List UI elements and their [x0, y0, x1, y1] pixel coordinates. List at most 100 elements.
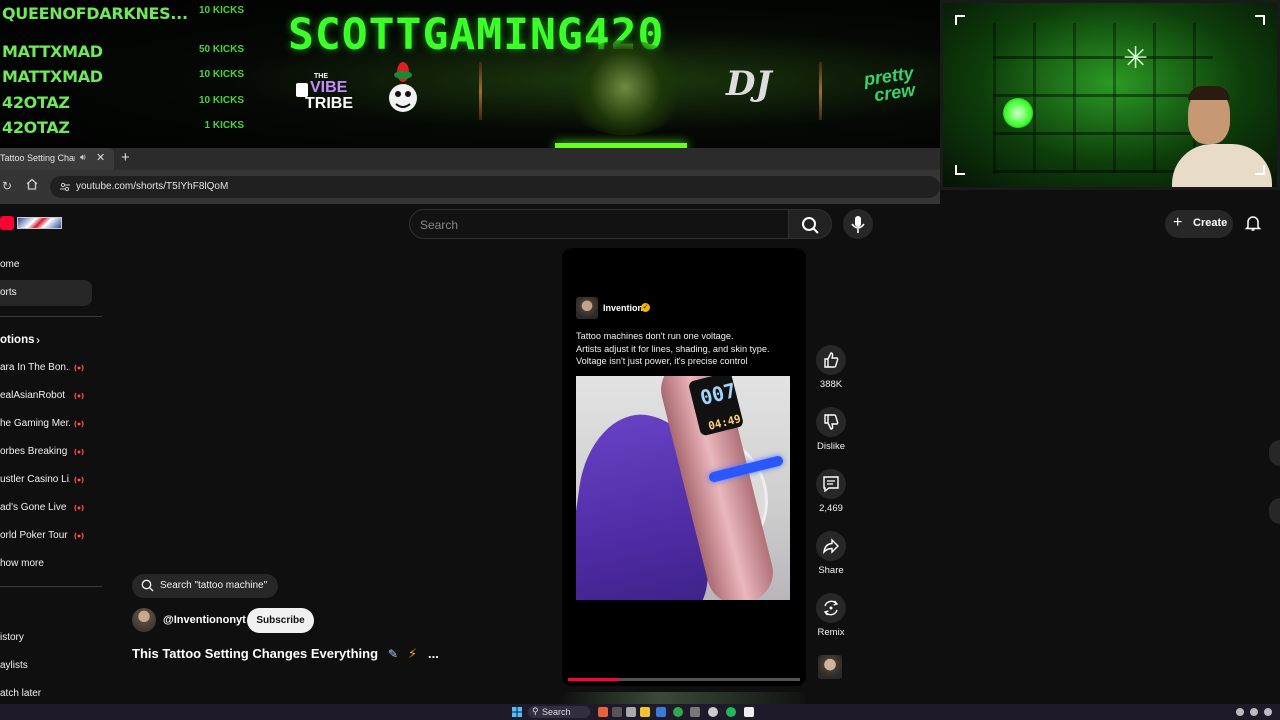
thumbs-up-icon [824, 352, 839, 368]
sidebar-item-history[interactable]: istory [0, 627, 92, 649]
like-button-circle[interactable] [816, 345, 846, 375]
person-hair [1188, 86, 1230, 100]
subscription-channel[interactable]: orbes Breaking ... [0, 441, 92, 463]
vibe-tribe-line3: TRIBE [305, 95, 353, 112]
voice-search-button[interactable] [843, 209, 873, 239]
taskbar-app-icon[interactable] [598, 707, 608, 717]
taskbar-app-icon[interactable] [744, 707, 754, 717]
channel-handle[interactable]: @Inventiononyt [163, 614, 246, 626]
subscription-channel[interactable]: ustler Casino Li... [0, 469, 92, 491]
home-icon[interactable] [26, 178, 38, 190]
search-box [409, 209, 789, 239]
syringe-icon: ✎ [388, 647, 399, 661]
folder-icon[interactable] [640, 707, 650, 717]
remix-button-circle[interactable] [816, 593, 846, 623]
taskbar-app-icon[interactable] [612, 707, 622, 717]
create-button[interactable]: + Create [1165, 210, 1233, 238]
related-search-chip[interactable]: Search "tattoo machine" [132, 574, 278, 598]
channel-avatar[interactable] [132, 608, 156, 632]
video-title[interactable]: This Tattoo Setting Changes Everything [132, 646, 378, 661]
spotify-icon[interactable] [726, 707, 736, 717]
subscribe-button[interactable]: Subscribe [247, 608, 314, 633]
notifications-bell-icon[interactable] [1244, 214, 1262, 232]
taskbar-app-icon[interactable] [656, 707, 666, 717]
dj-logo: DJ [726, 64, 772, 104]
screen: QUEENOFDARKNES... 10 KICKS MATTXMAD 50 K… [0, 0, 1280, 720]
mic-icon [851, 216, 865, 233]
reload-icon[interactable]: ↻ [2, 179, 12, 193]
close-tab-icon[interactable]: ✕ [96, 151, 105, 164]
new-tab-button[interactable]: + [121, 149, 130, 166]
sidebar-item-playlists[interactable]: aylists [0, 655, 92, 677]
share-button-circle[interactable] [816, 531, 846, 561]
short-channel-avatar [576, 297, 598, 319]
frame-corner-icon [955, 165, 965, 175]
sound-avatar[interactable] [818, 655, 842, 679]
site-info-icon[interactable] [59, 181, 71, 193]
kick-row: 42OTAZ 1 KICKS [2, 118, 248, 143]
pretty-crew-line2: crew [872, 79, 917, 106]
subscriptions-heading[interactable]: otions [0, 334, 35, 346]
taskbar-search-label: Search [542, 707, 571, 717]
search-input[interactable] [420, 216, 780, 234]
dislike-label: Dislike [817, 441, 845, 452]
next-short-preview[interactable] [562, 692, 806, 704]
shorts-player[interactable]: Invention ✓ Tattoo machines don't run on… [562, 248, 806, 686]
decor-divider [819, 62, 822, 120]
subscription-channel[interactable]: ad's Gone Live [0, 497, 92, 519]
chrome-icon[interactable] [673, 707, 683, 717]
kick-amount: 10 KICKS [198, 95, 244, 106]
url-text[interactable]: youtube.com/shorts/T5IYhF8lQoM [76, 181, 228, 192]
browser-address-bar: ↻ youtube.com/shorts/T5IYhF8lQoM [0, 170, 940, 204]
subscription-channel-name: ad's Gone Live [0, 502, 67, 513]
comments-button-circle[interactable] [816, 469, 846, 499]
url-field[interactable]: youtube.com/shorts/T5IYhF8lQoM [50, 176, 940, 198]
browser-tab[interactable]: Tattoo Setting Changes Everything 🔊︎ ✕ [0, 148, 114, 170]
mascot-icon [389, 62, 417, 112]
nav-up-button[interactable] [1269, 440, 1280, 466]
sidebar-item-home[interactable]: ome [0, 252, 92, 278]
share-label: Share [818, 565, 844, 576]
flag-icon [17, 217, 62, 229]
verified-icon: ✓ [641, 303, 650, 312]
taskbar-app-icon[interactable] [690, 707, 700, 717]
youtube-logo[interactable] [0, 216, 64, 232]
tray-icon[interactable] [1250, 708, 1258, 716]
kick-amount: 10 KICKS [198, 69, 244, 80]
subscription-channel[interactable]: he Gaming Mer... [0, 413, 92, 435]
show-more-button[interactable]: how more [0, 553, 92, 575]
kick-row: MATTXMAD 10 KICKS [2, 67, 248, 92]
webcam-light [1003, 98, 1033, 128]
chevron-right-icon[interactable]: › [36, 333, 40, 347]
subscription-channel[interactable]: orld Poker Tour [0, 525, 92, 547]
taskbar-app-icon[interactable] [708, 707, 718, 717]
windows-start-icon[interactable] [512, 707, 522, 717]
search-button[interactable] [788, 209, 832, 239]
frame-corner-icon [1255, 165, 1265, 175]
subscription-channel[interactable]: ealAsianRobot [0, 385, 92, 407]
short-caption-line: Tattoo machines don't run one voltage. [576, 331, 734, 341]
subscription-channel[interactable]: ara In The Bon... [0, 357, 92, 379]
frame-corner-icon [955, 15, 965, 25]
share-icon [823, 538, 839, 555]
taskbar-search[interactable]: ⚲ Search [528, 706, 590, 718]
title-more[interactable]: ... [428, 646, 439, 661]
live-icon [74, 476, 84, 484]
create-label: Create [1193, 217, 1228, 229]
sidebar-item-watch-later[interactable]: atch later [0, 683, 92, 705]
tray-icon[interactable] [1236, 708, 1244, 716]
live-icon [74, 420, 84, 428]
taskbar-app-icon[interactable] [626, 707, 636, 717]
kick-username: MATTXMAD [2, 42, 103, 61]
sidebar-item-shorts[interactable]: orts [0, 280, 92, 306]
kick-amount: 10 KICKS [198, 5, 244, 16]
youtube-play-icon [0, 216, 14, 230]
tray-icon[interactable] [1264, 708, 1272, 716]
speaker-icon[interactable]: 🔊︎ [80, 152, 86, 163]
search-icon [141, 579, 154, 592]
video-progress-bar[interactable] [568, 678, 800, 681]
short-caption-line: Voltage isn't just power, it's precise c… [576, 356, 748, 366]
vibe-tribe-logo: THE VIBE TRIBE [296, 73, 353, 113]
dislike-button-circle[interactable] [816, 407, 846, 437]
nav-down-button[interactable] [1269, 498, 1280, 524]
